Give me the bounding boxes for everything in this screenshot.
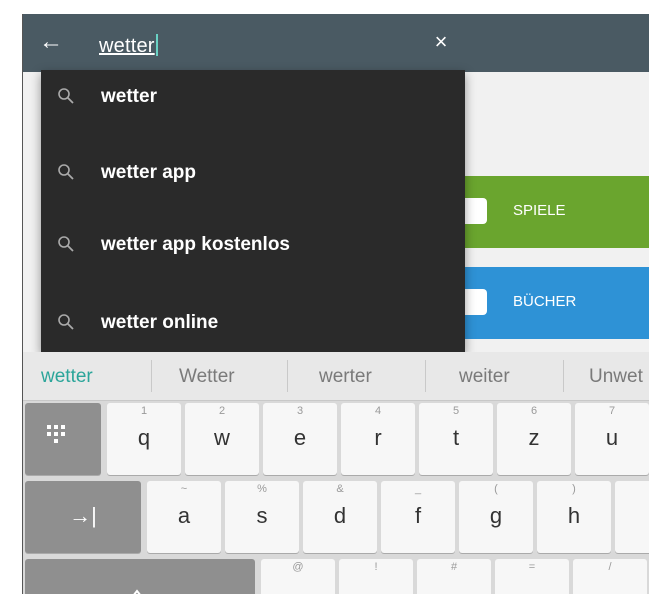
key-hint: ! [374, 561, 378, 573]
key-label: s [256, 503, 268, 528]
search-query-text: wetter [99, 35, 155, 57]
tile-label-books: BÜCHER [513, 293, 577, 310]
key-row3[interactable]: ! [339, 559, 413, 594]
divider [287, 360, 288, 392]
category-tile-books[interactable]: BÜCHER [453, 267, 649, 339]
key-s[interactable]: % s [225, 481, 299, 553]
key-label: g [489, 503, 503, 528]
search-icon [58, 88, 74, 104]
search-toolbar: ← wetter × [23, 14, 649, 72]
key-d[interactable]: & d [303, 481, 377, 553]
word-suggestion-bar: wetter Wetter werter weiter Unwet [23, 352, 649, 401]
key-label: d [333, 503, 347, 528]
divider [425, 360, 426, 392]
word-suggestion[interactable]: werter [319, 366, 372, 388]
key-label: e [293, 425, 307, 450]
phone-screen: SPIELE BÜCHER ← wetter × wetter wetter a… [22, 14, 649, 594]
key-e[interactable]: 3e [263, 403, 337, 475]
suggestion-text: wetter app kostenlos [101, 234, 290, 255]
key-z[interactable]: 6z [497, 403, 571, 475]
keypad-toggle-key[interactable] [25, 403, 101, 475]
key-hint: % [257, 483, 267, 495]
key-hint: 3 [296, 405, 304, 417]
key-u[interactable]: 7u [575, 403, 649, 475]
key-r[interactable]: 4r [341, 403, 415, 475]
word-suggestion[interactable]: Wetter [179, 366, 235, 388]
word-suggestion[interactable]: weiter [459, 366, 510, 388]
key-label: z [528, 425, 540, 450]
shift-key[interactable] [25, 559, 255, 594]
key-hint: ) [572, 483, 576, 495]
tile-label-games: SPIELE [513, 202, 566, 219]
divider [563, 360, 564, 392]
key-g[interactable]: (g [459, 481, 533, 553]
tab-key[interactable]: →| [25, 481, 141, 553]
word-suggestion[interactable]: Unwet [589, 366, 643, 388]
key-hint: 2 [218, 405, 226, 417]
search-suggestions-dropdown: wetter wetter app wetter app kostenlos w… [41, 70, 465, 352]
search-icon [58, 164, 74, 180]
key-row3[interactable]: = [495, 559, 569, 594]
on-screen-keyboard: 1q 2w 3e 4r 5t 6z 7u →| ~ a % s & d _ f (g )… [23, 401, 649, 594]
key-f[interactable]: _ f [381, 481, 455, 553]
suggestion-item[interactable]: wetter app [41, 146, 465, 202]
key-a[interactable]: ~ a [147, 481, 221, 553]
key-hint: / [608, 561, 612, 573]
shift-arrow-icon [133, 589, 141, 594]
key-row3[interactable]: # [417, 559, 491, 594]
word-suggestion[interactable]: wetter [41, 366, 93, 388]
key-label: f [414, 503, 422, 528]
key-label: r [374, 425, 382, 450]
key-label: t [452, 425, 460, 450]
screenshot-frame: SPIELE BÜCHER ← wetter × wetter wetter a… [0, 0, 649, 594]
suggestion-text: wetter app [101, 162, 197, 183]
keypad-icon [47, 425, 65, 443]
key-hint: & [336, 483, 344, 495]
key-h[interactable]: ) h [537, 481, 611, 553]
key-hint: 1 [140, 405, 148, 417]
key-row3[interactable]: @ [261, 559, 335, 594]
text-caret [155, 34, 158, 56]
suggestion-item[interactable]: wetter app kostenlos [41, 218, 465, 274]
suggestion-text: wetter [101, 86, 157, 107]
category-tile-games[interactable]: SPIELE [453, 176, 649, 248]
search-input[interactable]: wetter [99, 34, 158, 58]
key-row3[interactable]: / [573, 559, 647, 594]
clear-search-icon[interactable]: × [427, 28, 455, 56]
back-arrow-icon[interactable]: ← [37, 28, 65, 56]
divider [151, 360, 152, 392]
suggestion-text: wetter online [101, 312, 219, 333]
key-hint: 4 [374, 405, 382, 417]
key-hint: = [528, 561, 536, 573]
key-label: a [177, 503, 191, 528]
suggestion-item[interactable]: wetter [41, 70, 465, 126]
key-label: w [214, 425, 230, 450]
key-hint: ~ [180, 483, 188, 495]
tab-arrow-icon: →| [69, 503, 97, 528]
key-hint: _ [414, 483, 422, 495]
key-w[interactable]: 2w [185, 403, 259, 475]
key-label: h [567, 503, 581, 528]
key-label: q [137, 425, 151, 450]
key-label: u [605, 425, 619, 450]
search-icon [58, 236, 74, 252]
key-hint: 7 [608, 405, 616, 417]
key-hint: # [450, 561, 458, 573]
suggestion-item[interactable]: wetter online [41, 296, 465, 352]
key-hint: 5 [452, 405, 460, 417]
search-icon [58, 314, 74, 330]
key-q[interactable]: 1q [107, 403, 181, 475]
key-hint: ( [494, 483, 498, 495]
key-partial[interactable] [615, 481, 649, 553]
key-hint: 6 [530, 405, 538, 417]
key-hint: @ [292, 561, 304, 573]
key-t[interactable]: 5t [419, 403, 493, 475]
